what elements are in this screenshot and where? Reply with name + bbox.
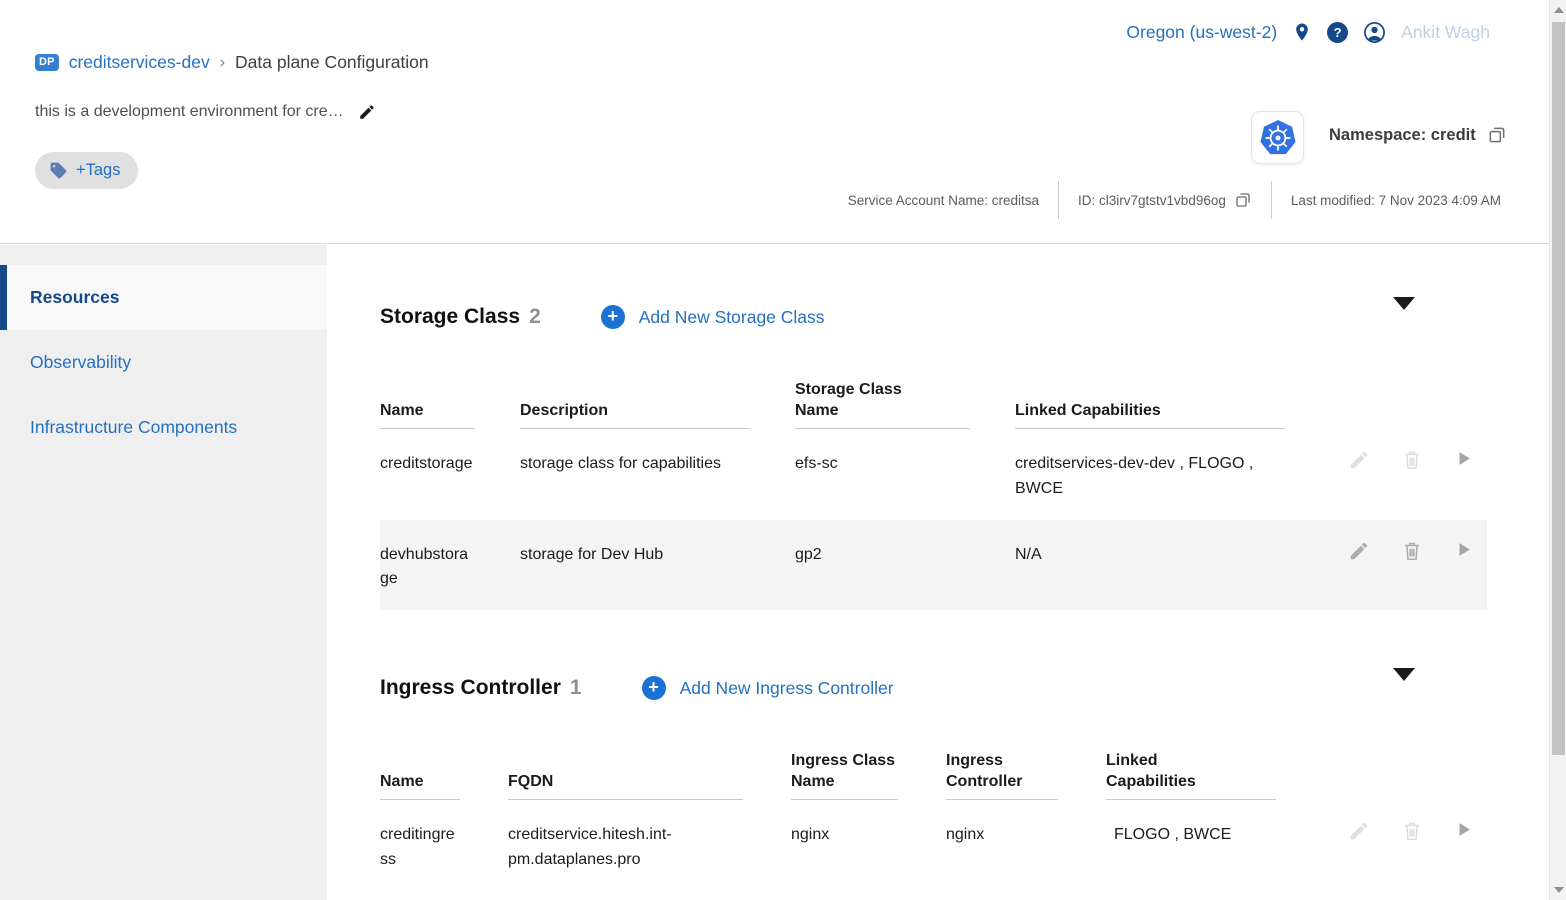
triangle-down-icon (1393, 668, 1415, 696)
scroll-up-arrow-icon[interactable] (1550, 2, 1566, 18)
breadcrumb-current: Data plane Configuration (235, 52, 429, 73)
ingress-controller-collapse-button[interactable] (1389, 677, 1419, 700)
help-icon[interactable]: ? (1327, 22, 1348, 43)
column-header-linked-capabilities: Linked Capabilities (1106, 742, 1276, 800)
tag-icon (49, 161, 68, 180)
location-pin-icon[interactable] (1292, 20, 1312, 44)
ingress-controller-count: 1 (570, 676, 582, 700)
storage-class-title: Storage Class (380, 305, 520, 329)
data-plane-badge: DP (35, 54, 59, 71)
add-new-ingress-controller-label: Add New Ingress Controller (680, 678, 894, 699)
column-header-ingress-class-name: Ingress Class Name (791, 742, 898, 800)
vertical-scrollbar[interactable] (1549, 0, 1566, 900)
storage-class-table-row: devhubstorage storage for Dev Hub gp2 N/… (380, 520, 1487, 611)
copy-namespace-icon[interactable] (1487, 125, 1507, 145)
scrollbar-thumb[interactable] (1552, 22, 1565, 755)
sidebar-item-resources[interactable]: Resources (0, 265, 327, 330)
edit-description-pencil-icon[interactable] (358, 103, 376, 121)
scroll-down-arrow-icon[interactable] (1550, 882, 1566, 898)
column-header-actions (1324, 742, 1487, 800)
main-content: Storage Class 2 + Add New Storage Class … (327, 245, 1549, 900)
edit-pencil-icon[interactable] (1348, 540, 1370, 562)
column-header-description: Description (520, 371, 750, 429)
cell-storage-class-name: gp2 (795, 543, 970, 593)
last-modified-label: Last modified: 7 Nov 2023 4:09 AM (1291, 193, 1501, 208)
edit-pencil-icon[interactable] (1348, 820, 1370, 842)
region-selector[interactable]: Oregon (us-west-2) (1126, 22, 1277, 43)
cell-fqdn: creditservice.hitesh.int-pm.dataplanes.p… (508, 823, 743, 873)
ingress-controller-table-row: creditingress creditservice.hitesh.int-p… (380, 800, 1487, 891)
run-play-icon[interactable] (1454, 449, 1473, 468)
row-actions (1330, 540, 1487, 593)
topbar: Oregon (us-west-2) ? Ankit Wagh (1126, 20, 1490, 44)
meta-row: Service Account Name: creditsa ID: cl3ir… (848, 181, 1501, 219)
cell-storage-class-name: efs-sc (795, 452, 970, 502)
ingress-controller-title: Ingress Controller (380, 676, 561, 700)
row-actions (1330, 449, 1487, 502)
page-header: Oregon (us-west-2) ? Ankit Wagh DP (0, 0, 1549, 244)
description-row: this is a development environment for cr… (35, 103, 376, 121)
add-new-ingress-controller-button[interactable]: + Add New Ingress Controller (642, 676, 894, 700)
storage-class-table-row: creditstorage storage class for capabili… (380, 429, 1487, 520)
cell-ingress-class-name: nginx (791, 823, 898, 873)
plus-circle-icon: + (642, 676, 666, 700)
sidebar-item-observability[interactable]: Observability (0, 330, 327, 395)
username-label: Ankit Wagh (1401, 22, 1490, 43)
storage-class-count: 2 (529, 305, 541, 329)
meta-divider (1058, 181, 1059, 219)
service-account-label: Service Account Name: creditsa (848, 193, 1039, 208)
add-tags-label: +Tags (76, 161, 121, 180)
ingress-controller-section-header: Ingress Controller 1 + Add New Ingress C… (380, 676, 1487, 700)
delete-trash-icon[interactable] (1401, 540, 1423, 562)
column-header-name: Name (380, 742, 460, 800)
cell-linked-capabilities: creditservices-dev-dev , FLOGO , BWCE (1015, 452, 1285, 502)
column-header-ingress-controller: Ingress Controller (946, 742, 1058, 800)
user-avatar-icon[interactable] (1363, 21, 1386, 44)
add-new-storage-class-label: Add New Storage Class (639, 307, 825, 328)
namespace-label: Namespace: credit (1329, 126, 1476, 145)
dataplane-id-text: ID: cl3irv7gtstv1vbd96og (1078, 193, 1226, 208)
add-tags-button[interactable]: +Tags (35, 152, 138, 189)
cell-name: devhubstorage (380, 543, 475, 593)
breadcrumb: DP creditservices-dev › Data plane Confi… (35, 52, 429, 73)
triangle-down-icon (1393, 297, 1415, 325)
plus-circle-icon: + (601, 305, 625, 329)
description-text: this is a development environment for cr… (35, 103, 344, 121)
storage-class-table-header: Name Description Storage Class Name Link… (380, 371, 1487, 429)
storage-class-section-header: Storage Class 2 + Add New Storage Class (380, 305, 1487, 329)
column-header-linked-capabilities: Linked Capabilities (1015, 371, 1285, 429)
storage-class-collapse-button[interactable] (1389, 306, 1419, 329)
kubernetes-logo (1251, 111, 1304, 164)
run-play-icon[interactable] (1454, 540, 1473, 559)
copy-id-icon[interactable] (1234, 191, 1252, 209)
cell-name: creditingress (380, 823, 460, 873)
breadcrumb-parent-link[interactable]: creditservices-dev (69, 52, 210, 73)
column-header-actions (1330, 371, 1487, 429)
meta-divider (1271, 181, 1272, 219)
cell-name: creditstorage (380, 452, 475, 502)
column-header-storage-class-name: Storage Class Name (795, 371, 970, 429)
edit-pencil-icon[interactable] (1348, 449, 1370, 471)
sidebar-item-infrastructure-components[interactable]: Infrastructure Components (0, 395, 327, 460)
breadcrumb-chevron-icon: › (220, 54, 225, 72)
sidebar: Resources Observability Infrastructure C… (0, 245, 327, 900)
ingress-controller-table-header: Name FQDN Ingress Class Name Ingress Con… (380, 742, 1487, 800)
cell-ingress-controller: nginx (946, 823, 1058, 873)
delete-trash-icon[interactable] (1401, 449, 1423, 471)
data-plane-configuration-page: Oregon (us-west-2) ? Ankit Wagh DP (0, 0, 1566, 900)
delete-trash-icon[interactable] (1401, 820, 1423, 842)
row-actions (1324, 820, 1487, 873)
run-play-icon[interactable] (1454, 820, 1473, 839)
namespace-row: Namespace: credit (1329, 125, 1507, 145)
cell-linked-capabilities: N/A (1015, 543, 1285, 593)
column-header-name: Name (380, 371, 475, 429)
cell-description: storage for Dev Hub (520, 543, 750, 593)
cell-linked-capabilities: FLOGO , BWCE (1106, 823, 1276, 873)
cell-description: storage class for capabilities (520, 452, 750, 502)
column-header-fqdn: FQDN (508, 742, 743, 800)
dataplane-id: ID: cl3irv7gtstv1vbd96og (1078, 191, 1252, 209)
add-new-storage-class-button[interactable]: + Add New Storage Class (601, 305, 825, 329)
